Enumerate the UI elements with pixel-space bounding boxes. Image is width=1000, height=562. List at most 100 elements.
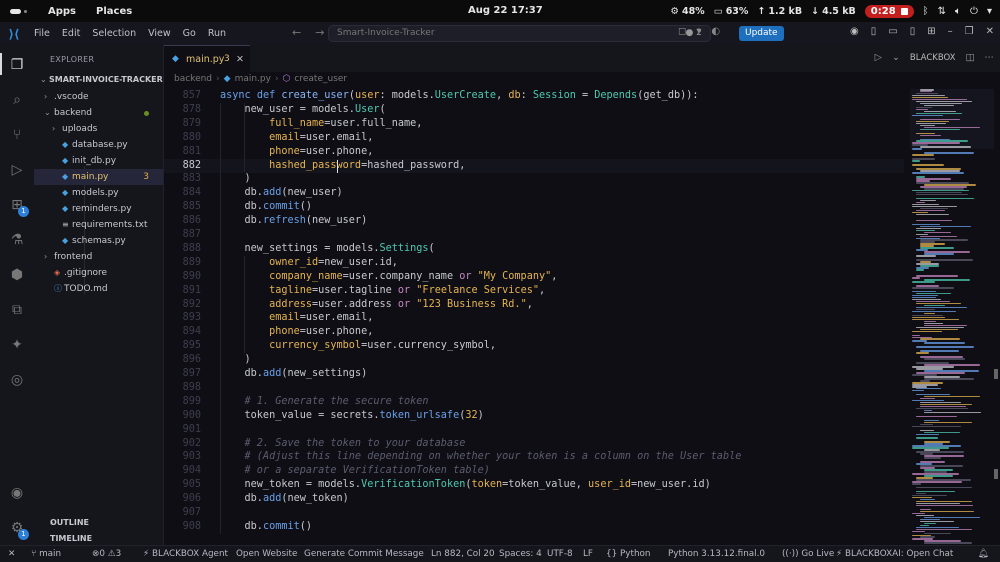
close-tab-icon[interactable]: ✕: [236, 46, 244, 73]
code-line[interactable]: 890 company_name=user.company_name or "M…: [164, 270, 904, 284]
run-debug-icon[interactable]: ▷: [0, 162, 34, 178]
encoding[interactable]: UTF-8: [547, 546, 573, 562]
blackbox-action[interactable]: BLACKBOX: [910, 53, 956, 63]
maximize-icon[interactable]: ❐: [965, 26, 974, 37]
tree-item[interactable]: › .vscode: [34, 89, 163, 105]
close-window-icon[interactable]: ✕: [986, 26, 994, 37]
tree-item[interactable]: ◆ init_db.py: [34, 153, 163, 169]
clock[interactable]: Aug 22 17:37: [468, 5, 543, 16]
accounts-avatar-icon[interactable]: ◉: [850, 26, 859, 37]
outline-section[interactable]: › OUTLINE: [34, 515, 163, 531]
toggle-sidebar-icon[interactable]: ▯: [871, 26, 877, 37]
cpu-indicator[interactable]: ⚙ 48%: [670, 6, 704, 17]
breadcrumb-symbol[interactable]: create_user: [294, 74, 347, 84]
breadcrumb-file[interactable]: main.py: [235, 74, 271, 84]
remote-indicator-icon[interactable]: ✕: [8, 546, 15, 562]
code-line[interactable]: 905 new_token = models.VerificationToken…: [164, 478, 904, 492]
menu-selection[interactable]: Selection: [86, 28, 142, 39]
screen-recording-indicator[interactable]: 0:28: [864, 4, 914, 18]
code-line[interactable]: 857 async def create_user(user: models.Us…: [164, 89, 904, 103]
source-control-icon[interactable]: ⑂: [0, 127, 34, 143]
code-line[interactable]: 903 # (Adjust this line depending on whe…: [164, 450, 904, 464]
code-line[interactable]: 900 token_value = secrets.token_urlsafe(…: [164, 409, 904, 423]
problems-indicator[interactable]: ⊗0 ⚠3: [92, 546, 121, 562]
code-line[interactable]: 882 hashed_password=hashed_password,: [164, 158, 904, 173]
apps-menu[interactable]: Apps: [48, 6, 76, 17]
tree-item[interactable]: › frontend: [34, 249, 163, 265]
code-line[interactable]: 907: [164, 506, 904, 520]
workspace-indicator-icon[interactable]: [10, 7, 28, 15]
toggle-panel-icon[interactable]: ▭: [888, 26, 897, 37]
run-dropdown-icon[interactable]: ⌄: [892, 52, 900, 63]
python-icon[interactable]: ⬢: [0, 267, 34, 283]
scrollbar-marker[interactable]: [994, 469, 998, 479]
code-line[interactable]: 898: [164, 381, 904, 395]
code-line[interactable]: 908 db.commit(): [164, 520, 904, 534]
gitlens-icon[interactable]: ◎: [0, 372, 34, 388]
code-line[interactable]: 888 new_settings = models.Settings(: [164, 242, 904, 256]
code-line[interactable]: 899 # 1. Generate the secure token: [164, 395, 904, 409]
code-line[interactable]: 878 new_user = models.User(: [164, 103, 904, 117]
explorer-icon[interactable]: ❐: [0, 53, 34, 75]
code-line[interactable]: 902 # 2. Save the token to your database: [164, 437, 904, 451]
testing-icon[interactable]: ⚗: [0, 232, 34, 248]
indentation[interactable]: Spaces: 4: [499, 546, 542, 562]
places-menu[interactable]: Places: [96, 6, 132, 17]
chevron-down-icon[interactable]: ▾: [696, 26, 701, 37]
back-arrow-icon[interactable]: ←: [292, 26, 301, 39]
tree-item[interactable]: ◆ main.py 3: [34, 169, 163, 185]
language-mode[interactable]: {} Python: [606, 546, 651, 562]
branch-indicator[interactable]: ⑂ main: [31, 546, 61, 562]
account-icon[interactable]: ◉: [0, 485, 34, 501]
copilot-icon[interactable]: ◐: [711, 26, 720, 37]
menu-file[interactable]: File: [28, 28, 56, 39]
tree-item[interactable]: ◈ .gitignore: [34, 265, 163, 281]
search-icon[interactable]: ⌕: [0, 92, 34, 108]
code-line[interactable]: 897 db.add(new_settings): [164, 367, 904, 381]
power-icon[interactable]: ⏻: [970, 6, 978, 17]
code-line[interactable]: 896 ): [164, 353, 904, 367]
blackbox-icon[interactable]: ✦: [0, 337, 34, 353]
generate-commit-message[interactable]: Generate Commit Message: [304, 546, 424, 562]
tree-item[interactable]: ◆ schemas.py: [34, 233, 163, 249]
tree-item[interactable]: ⌄ backend: [34, 105, 163, 121]
menu-go[interactable]: Go: [177, 28, 202, 39]
remote-explorer-icon[interactable]: ⧉: [0, 302, 34, 318]
more-actions-icon[interactable]: ⋯: [985, 52, 995, 63]
code-line[interactable]: 880 email=user.email,: [164, 131, 904, 145]
bluetooth-icon[interactable]: ᛒ: [923, 6, 929, 17]
tree-item[interactable]: ◆ database.py: [34, 137, 163, 153]
download-indicator[interactable]: ↓ 4.5 kB: [811, 6, 856, 17]
upload-indicator[interactable]: ↑ 1.2 kB: [757, 6, 802, 17]
scrollbar-marker[interactable]: [994, 369, 998, 379]
blackbox-chat[interactable]: ⚡ BLACKBOXAI: Open Chat: [836, 546, 953, 562]
minimize-icon[interactable]: –: [948, 26, 953, 37]
tree-item[interactable]: ⓘ TODO.md: [34, 281, 163, 297]
code-line[interactable]: 906 db.add(new_token): [164, 492, 904, 506]
code-line[interactable]: 892 address=user.address or "123 Busines…: [164, 298, 904, 312]
code-line[interactable]: 893 email=user.email,: [164, 311, 904, 325]
go-live[interactable]: ((·)) Go Live: [782, 546, 834, 562]
python-interpreter[interactable]: Python 3.13.12.final.0: [668, 546, 765, 562]
tree-item[interactable]: ◆ reminders.py: [34, 201, 163, 217]
code-line[interactable]: 894 phone=user.phone,: [164, 325, 904, 339]
breadcrumb-folder[interactable]: backend: [174, 74, 212, 84]
layout-icon[interactable]: ⊞: [927, 26, 935, 37]
minimap[interactable]: [910, 89, 994, 545]
forward-arrow-icon[interactable]: →: [315, 26, 324, 39]
network-icon[interactable]: ⇅: [938, 6, 946, 17]
toggle-secondary-sidebar-icon[interactable]: ▯: [910, 26, 916, 37]
menu-run[interactable]: Run: [202, 28, 232, 39]
code-line[interactable]: 891 tagline=user.tagline or "Freelance S…: [164, 284, 904, 298]
code-line[interactable]: 884 db.add(new_user): [164, 186, 904, 200]
end-of-line[interactable]: LF: [583, 546, 593, 562]
system-menu-chevron-icon[interactable]: ▾: [987, 6, 992, 17]
code-line[interactable]: 879 full_name=user.full_name,: [164, 117, 904, 131]
tree-item[interactable]: › uploads: [34, 121, 163, 137]
tree-item[interactable]: ≡ requirements.txt: [34, 217, 163, 233]
split-editor-icon[interactable]: ◫: [966, 52, 975, 63]
run-python-icon[interactable]: ▷: [875, 52, 882, 63]
command-center-search[interactable]: Smart-Invoice-Tracker ● 2: [328, 25, 711, 42]
code-line[interactable]: 889 owner_id=new_user.id,: [164, 256, 904, 270]
code-line[interactable]: 895 currency_symbol=user.currency_symbol…: [164, 339, 904, 353]
